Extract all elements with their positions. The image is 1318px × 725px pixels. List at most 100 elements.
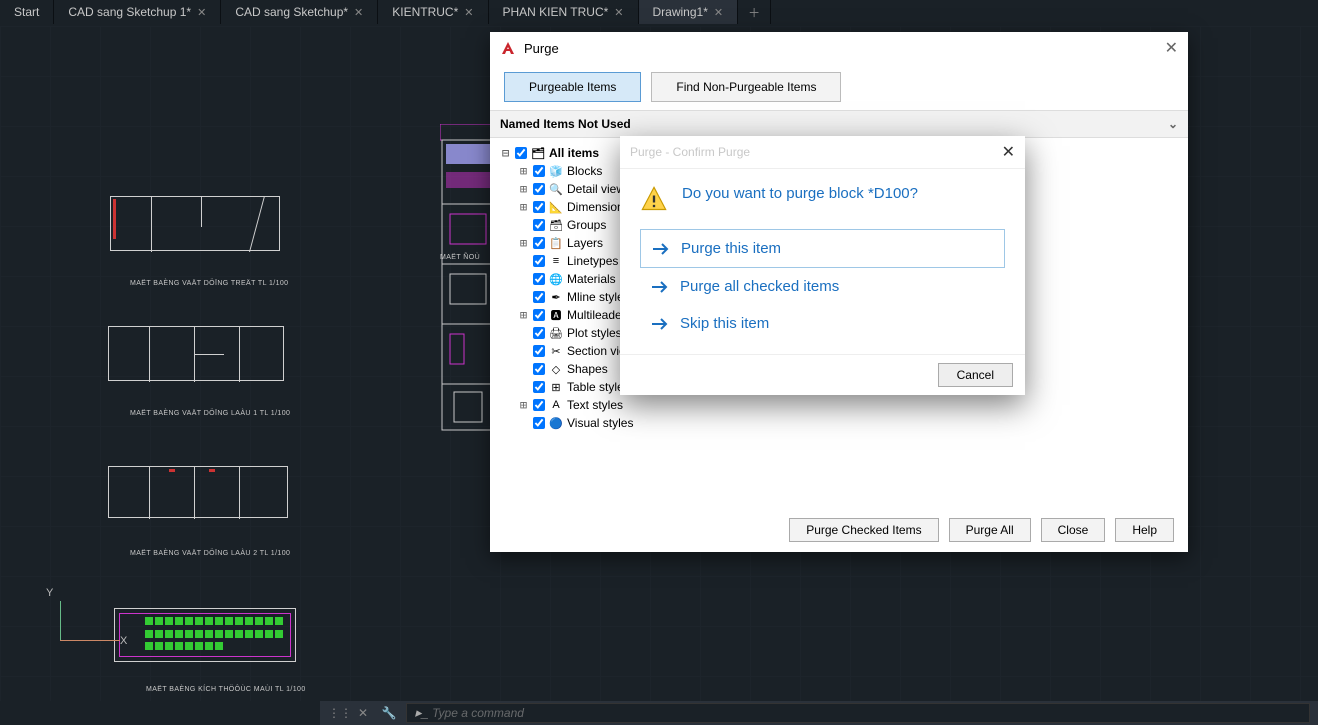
category-icon: 🗃: [549, 218, 563, 232]
tab-drawing1[interactable]: Drawing1*✕: [639, 0, 739, 24]
tab-add-button[interactable]: ＋: [738, 0, 771, 24]
category-icon: 📐: [549, 200, 563, 214]
arrow-right-icon: [653, 242, 671, 256]
confirm-question: Do you want to purge block *D100?: [682, 185, 918, 202]
purge-this-item-option[interactable]: Purge this item: [640, 229, 1005, 268]
category-icon: ⊞: [549, 380, 563, 394]
tab-phan[interactable]: PHAN KIEN TRUC*✕: [489, 0, 639, 24]
caption-1: MAËT BAÈNG VAÄT DÖÏNG TREÄT TL 1/100: [130, 280, 288, 287]
category-icon: 🅰: [549, 308, 563, 322]
category-icon: 🔍: [549, 182, 563, 196]
close-button[interactable]: Close: [1041, 518, 1106, 542]
tree-item[interactable]: 🔵 Visual styles: [500, 414, 746, 432]
floorplan-2: [108, 326, 284, 381]
close-icon[interactable]: ✕: [354, 706, 372, 720]
caption-4: MAËT BAÈNG KÍCH THÖÔÙC MAÙI TL 1/100: [146, 686, 306, 693]
tree-label: Visual styles: [567, 416, 633, 430]
purge-checked-button[interactable]: Purge Checked Items: [789, 518, 938, 542]
arrow-right-icon: [652, 280, 670, 294]
cancel-button[interactable]: Cancel: [938, 363, 1013, 387]
tree-checkbox[interactable]: [533, 309, 545, 321]
category-icon: 🖨: [549, 326, 563, 340]
confirm-title-text: Purge - Confirm Purge: [630, 145, 750, 159]
tab-cad2[interactable]: CAD sang Sketchup*✕: [221, 0, 378, 24]
tree-checkbox[interactable]: [533, 255, 545, 267]
tree-checkbox[interactable]: [533, 363, 545, 375]
tree-label: Blocks: [567, 164, 602, 178]
tree-checkbox[interactable]: [533, 219, 545, 231]
tree-checkbox[interactable]: [533, 237, 545, 249]
expand-icon[interactable]: ⊞: [518, 236, 529, 250]
tree-label: Text styles: [567, 398, 623, 412]
autocad-logo-icon: [500, 40, 516, 56]
tab-start[interactable]: Start: [0, 0, 54, 24]
tree-checkbox[interactable]: [533, 381, 545, 393]
find-nonpurgeable-tab[interactable]: Find Non-Purgeable Items: [651, 72, 841, 102]
purgeable-items-tab[interactable]: Purgeable Items: [504, 72, 641, 102]
wrench-icon[interactable]: 🔧: [380, 706, 398, 720]
tab-kientruc[interactable]: KIENTRUC*✕: [378, 0, 488, 24]
command-input[interactable]: ▸_ Type a command: [406, 703, 1310, 723]
confirm-purge-dialog: Purge - Confirm Purge ✕ Do you want to p…: [620, 136, 1025, 395]
close-icon[interactable]: ✕: [197, 6, 206, 19]
skip-this-item-option[interactable]: Skip this item: [640, 305, 1005, 342]
menu-icon[interactable]: ⋮⋮: [328, 706, 346, 720]
category-icon: 🧊: [549, 164, 563, 178]
purge-all-checked-option[interactable]: Purge all checked items: [640, 268, 1005, 305]
category-icon: 📋: [549, 236, 563, 250]
tab-cad1[interactable]: CAD sang Sketchup 1*✕: [54, 0, 221, 24]
floorplan-1: [110, 196, 280, 251]
expand-icon[interactable]: ⊞: [518, 164, 529, 178]
category-icon: ◇: [549, 362, 563, 376]
category-icon: ≡: [549, 254, 563, 268]
expand-icon[interactable]: ⊞: [518, 200, 529, 214]
purge-all-button[interactable]: Purge All: [949, 518, 1031, 542]
tree-checkbox[interactable]: [533, 201, 545, 213]
tree-checkbox[interactable]: [533, 291, 545, 303]
close-icon[interactable]: ✕: [464, 6, 473, 19]
tree-checkbox[interactable]: [533, 165, 545, 177]
collapse-icon[interactable]: ⊟: [500, 146, 511, 160]
category-icon: ✂: [549, 344, 563, 358]
tree-checkbox[interactable]: [515, 147, 527, 159]
tree-checkbox[interactable]: [533, 417, 545, 429]
close-icon[interactable]: ✕: [1165, 38, 1178, 58]
close-icon[interactable]: ✕: [354, 6, 363, 19]
close-icon[interactable]: ✕: [1002, 142, 1015, 162]
named-items-header[interactable]: Named Items Not Used⌄: [490, 111, 1188, 138]
tree-label: Plot styles: [567, 326, 622, 340]
confirm-titlebar[interactable]: Purge - Confirm Purge ✕: [620, 136, 1025, 169]
floorplan-3: [108, 466, 288, 518]
close-icon[interactable]: ✕: [614, 6, 623, 19]
tree-label: Materials: [567, 272, 616, 286]
command-bar: ⋮⋮ ✕ 🔧 ▸_ Type a command: [320, 701, 1318, 725]
tree-checkbox[interactable]: [533, 327, 545, 339]
roofplan: [114, 608, 296, 662]
tree-item[interactable]: ⊞ A Text styles: [500, 396, 746, 414]
category-icon: ✒: [549, 290, 563, 304]
tree-checkbox[interactable]: [533, 183, 545, 195]
category-icon: 🔵: [549, 416, 563, 430]
tree-checkbox[interactable]: [533, 273, 545, 285]
building-elevation: [440, 124, 496, 434]
expand-icon[interactable]: ⊞: [518, 308, 529, 322]
tree-checkbox[interactable]: [533, 345, 545, 357]
help-button[interactable]: Help: [1115, 518, 1174, 542]
document-tabs: Start CAD sang Sketchup 1*✕ CAD sang Ske…: [0, 0, 1318, 24]
category-icon: A: [549, 398, 563, 412]
warning-icon: [640, 185, 668, 213]
caption-3: MAËT BAÈNG VAÄT DÖÏNG LAÀU 2 TL 1/100: [130, 550, 290, 557]
purge-title-text: Purge: [524, 41, 559, 56]
terminal-icon: ▸_: [415, 705, 429, 721]
all-items-icon: 🗂: [531, 146, 545, 160]
close-icon[interactable]: ✕: [714, 6, 723, 19]
tree-label: Linetypes: [567, 254, 618, 268]
tree-label: All items: [549, 146, 599, 160]
expand-icon[interactable]: ⊞: [518, 182, 529, 196]
purge-titlebar[interactable]: Purge ✕: [490, 32, 1188, 64]
chevron-down-icon: ⌄: [1168, 117, 1178, 131]
category-icon: 🌐: [549, 272, 563, 286]
expand-icon[interactable]: ⊞: [518, 398, 529, 412]
tree-checkbox[interactable]: [533, 399, 545, 411]
tree-label: Shapes: [567, 362, 608, 376]
